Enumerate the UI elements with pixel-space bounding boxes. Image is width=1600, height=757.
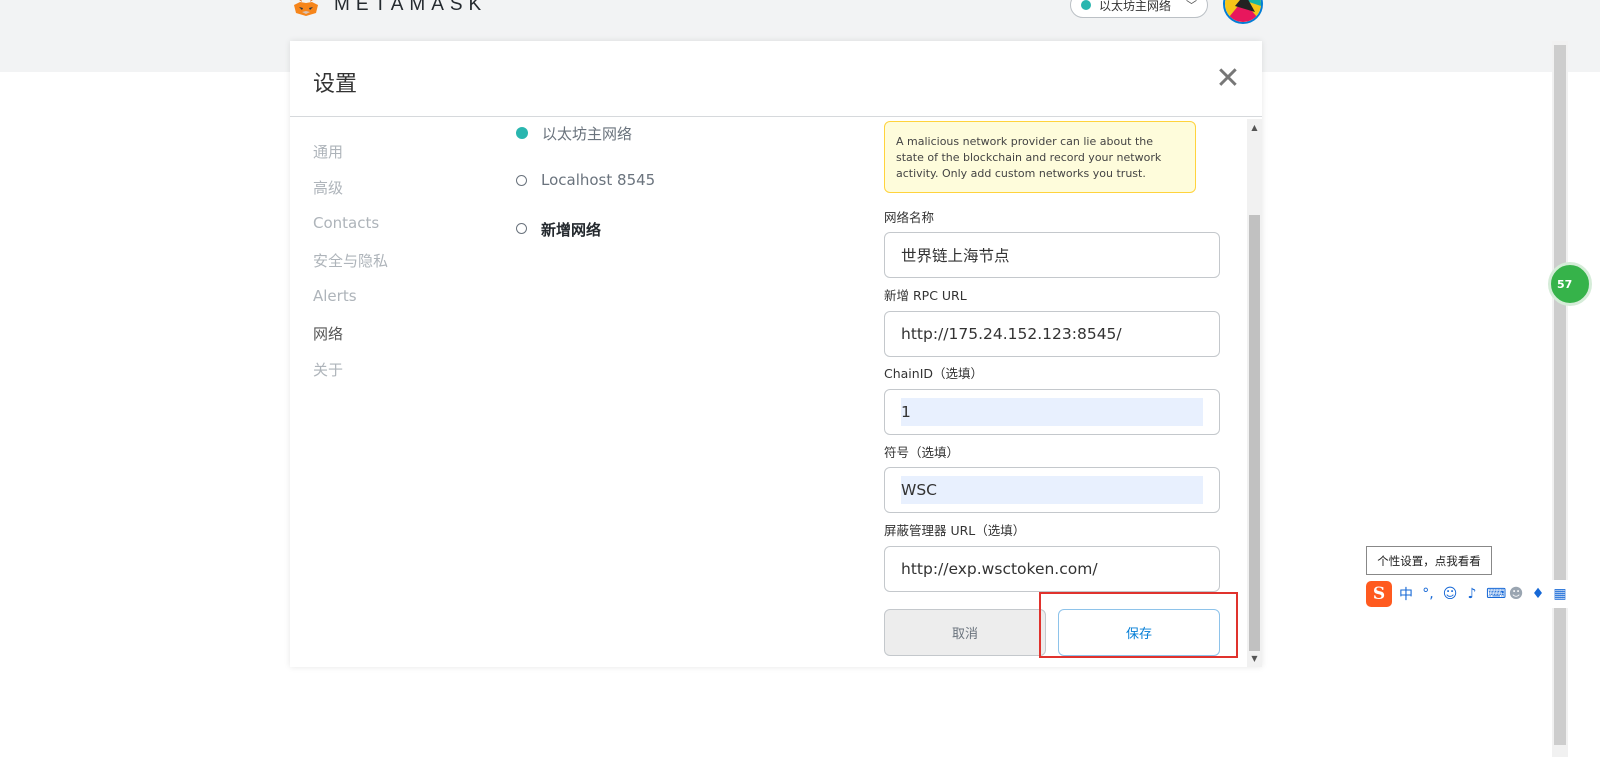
symbol-value: WSC xyxy=(901,476,1203,504)
network-item-label: Localhost 8545 xyxy=(541,171,656,189)
sidebar-item-advanced[interactable]: 高级 xyxy=(313,177,388,213)
chainid-label: ChainID（选填） xyxy=(884,366,984,381)
save-button[interactable]: 保存 xyxy=(1058,609,1220,656)
sidebar-item-networks[interactable]: 网络 xyxy=(313,323,388,359)
rpc-url-value: http://175.24.152.123:8545/ xyxy=(901,325,1122,343)
rpc-url-label: 新增 RPC URL xyxy=(884,288,967,303)
chainid-value: 1 xyxy=(901,398,1203,426)
symbol-label: 符号（选填） xyxy=(884,445,960,460)
floating-badge[interactable]: 57 xyxy=(1548,262,1592,306)
modal-header: 设置 ✕ xyxy=(290,41,1262,117)
chevron-down-icon: ﹀ xyxy=(1186,0,1197,12)
network-item-mainnet[interactable]: 以太坊主网络 xyxy=(516,123,655,171)
page-title: 设置 xyxy=(313,72,358,97)
emoji-icon[interactable]: ☺ xyxy=(1442,586,1458,602)
skin-icon[interactable]: ♦ xyxy=(1530,586,1546,602)
network-dot-icon xyxy=(516,127,528,139)
ime-tooltip: 个性设置，点我看看 xyxy=(1366,546,1492,575)
explorer-url-value: http://exp.wsctoken.com/ xyxy=(901,560,1098,578)
sidebar-item-general[interactable]: 通用 xyxy=(313,141,388,177)
user-icon[interactable]: ☻ xyxy=(1508,586,1524,602)
network-name-input[interactable]: 世界链上海节点 xyxy=(884,232,1220,278)
ime-mode-toggle[interactable]: 中 xyxy=(1398,584,1414,604)
network-item-add[interactable]: 新增网络 xyxy=(516,219,655,267)
chainid-input[interactable]: 1 xyxy=(884,389,1220,435)
scroll-down-icon[interactable]: ▼ xyxy=(1250,654,1259,663)
sidebar-item-about[interactable]: 关于 xyxy=(313,359,388,395)
scrollbar-thumb[interactable] xyxy=(1249,215,1260,651)
metamask-fox-icon xyxy=(290,0,322,17)
network-dot-icon xyxy=(516,223,527,234)
explorer-url-label: 屏蔽管理器 URL（选填） xyxy=(884,523,1026,538)
network-dot-icon xyxy=(516,175,527,186)
microphone-icon[interactable]: ♪ xyxy=(1464,586,1480,602)
explorer-url-input[interactable]: http://exp.wsctoken.com/ xyxy=(884,546,1220,592)
network-name-label: 网络名称 xyxy=(884,210,935,225)
network-list: 以太坊主网络 Localhost 8545 新增网络 xyxy=(516,123,655,267)
keyboard-icon[interactable]: ⌨ xyxy=(1486,586,1506,602)
sogou-logo-icon[interactable]: S xyxy=(1366,581,1392,607)
brand[interactable]: METAMASK xyxy=(290,0,487,20)
sidebar-item-contacts[interactable]: Contacts xyxy=(313,214,388,250)
modal-scrollbar[interactable]: ▲ ▼ xyxy=(1247,119,1262,667)
sidebar-item-alerts[interactable]: Alerts xyxy=(313,287,388,323)
network-item-label: 新增网络 xyxy=(541,221,602,239)
ime-toolbar[interactable]: S 中 °, ☺ ♪ ⌨ ☻ ♦ ▦ xyxy=(1366,580,1600,608)
network-selector-label: 以太坊主网络 xyxy=(1099,0,1172,13)
network-status-dot xyxy=(1081,0,1091,10)
network-name-value: 世界链上海节点 xyxy=(901,247,1010,265)
punctuation-icon[interactable]: °, xyxy=(1420,586,1436,602)
settings-modal: 设置 ✕ 通用 高级 Contacts 安全与隐私 Alerts 网络 关于 以… xyxy=(290,41,1262,667)
network-item-label: 以太坊主网络 xyxy=(542,125,633,143)
settings-sidebar: 通用 高级 Contacts 安全与隐私 Alerts 网络 关于 xyxy=(313,141,388,396)
grid-icon[interactable]: ▦ xyxy=(1552,586,1568,602)
brand-name: METAMASK xyxy=(334,0,488,15)
page-scrollbar-thumb[interactable] xyxy=(1554,45,1566,745)
network-selector[interactable]: 以太坊主网络 ﹀ xyxy=(1070,0,1208,18)
rpc-url-input[interactable]: http://175.24.152.123:8545/ xyxy=(884,311,1220,357)
scroll-up-icon[interactable]: ▲ xyxy=(1250,123,1259,132)
network-item-localhost[interactable]: Localhost 8545 xyxy=(516,171,655,219)
cancel-button[interactable]: 取消 xyxy=(884,609,1046,656)
page-scrollbar[interactable] xyxy=(1552,41,1568,757)
symbol-input[interactable]: WSC xyxy=(884,467,1220,513)
sidebar-item-security[interactable]: 安全与隐私 xyxy=(313,250,388,286)
close-icon[interactable]: ✕ xyxy=(1214,64,1242,94)
network-warning: A malicious network provider can lie abo… xyxy=(884,121,1196,193)
